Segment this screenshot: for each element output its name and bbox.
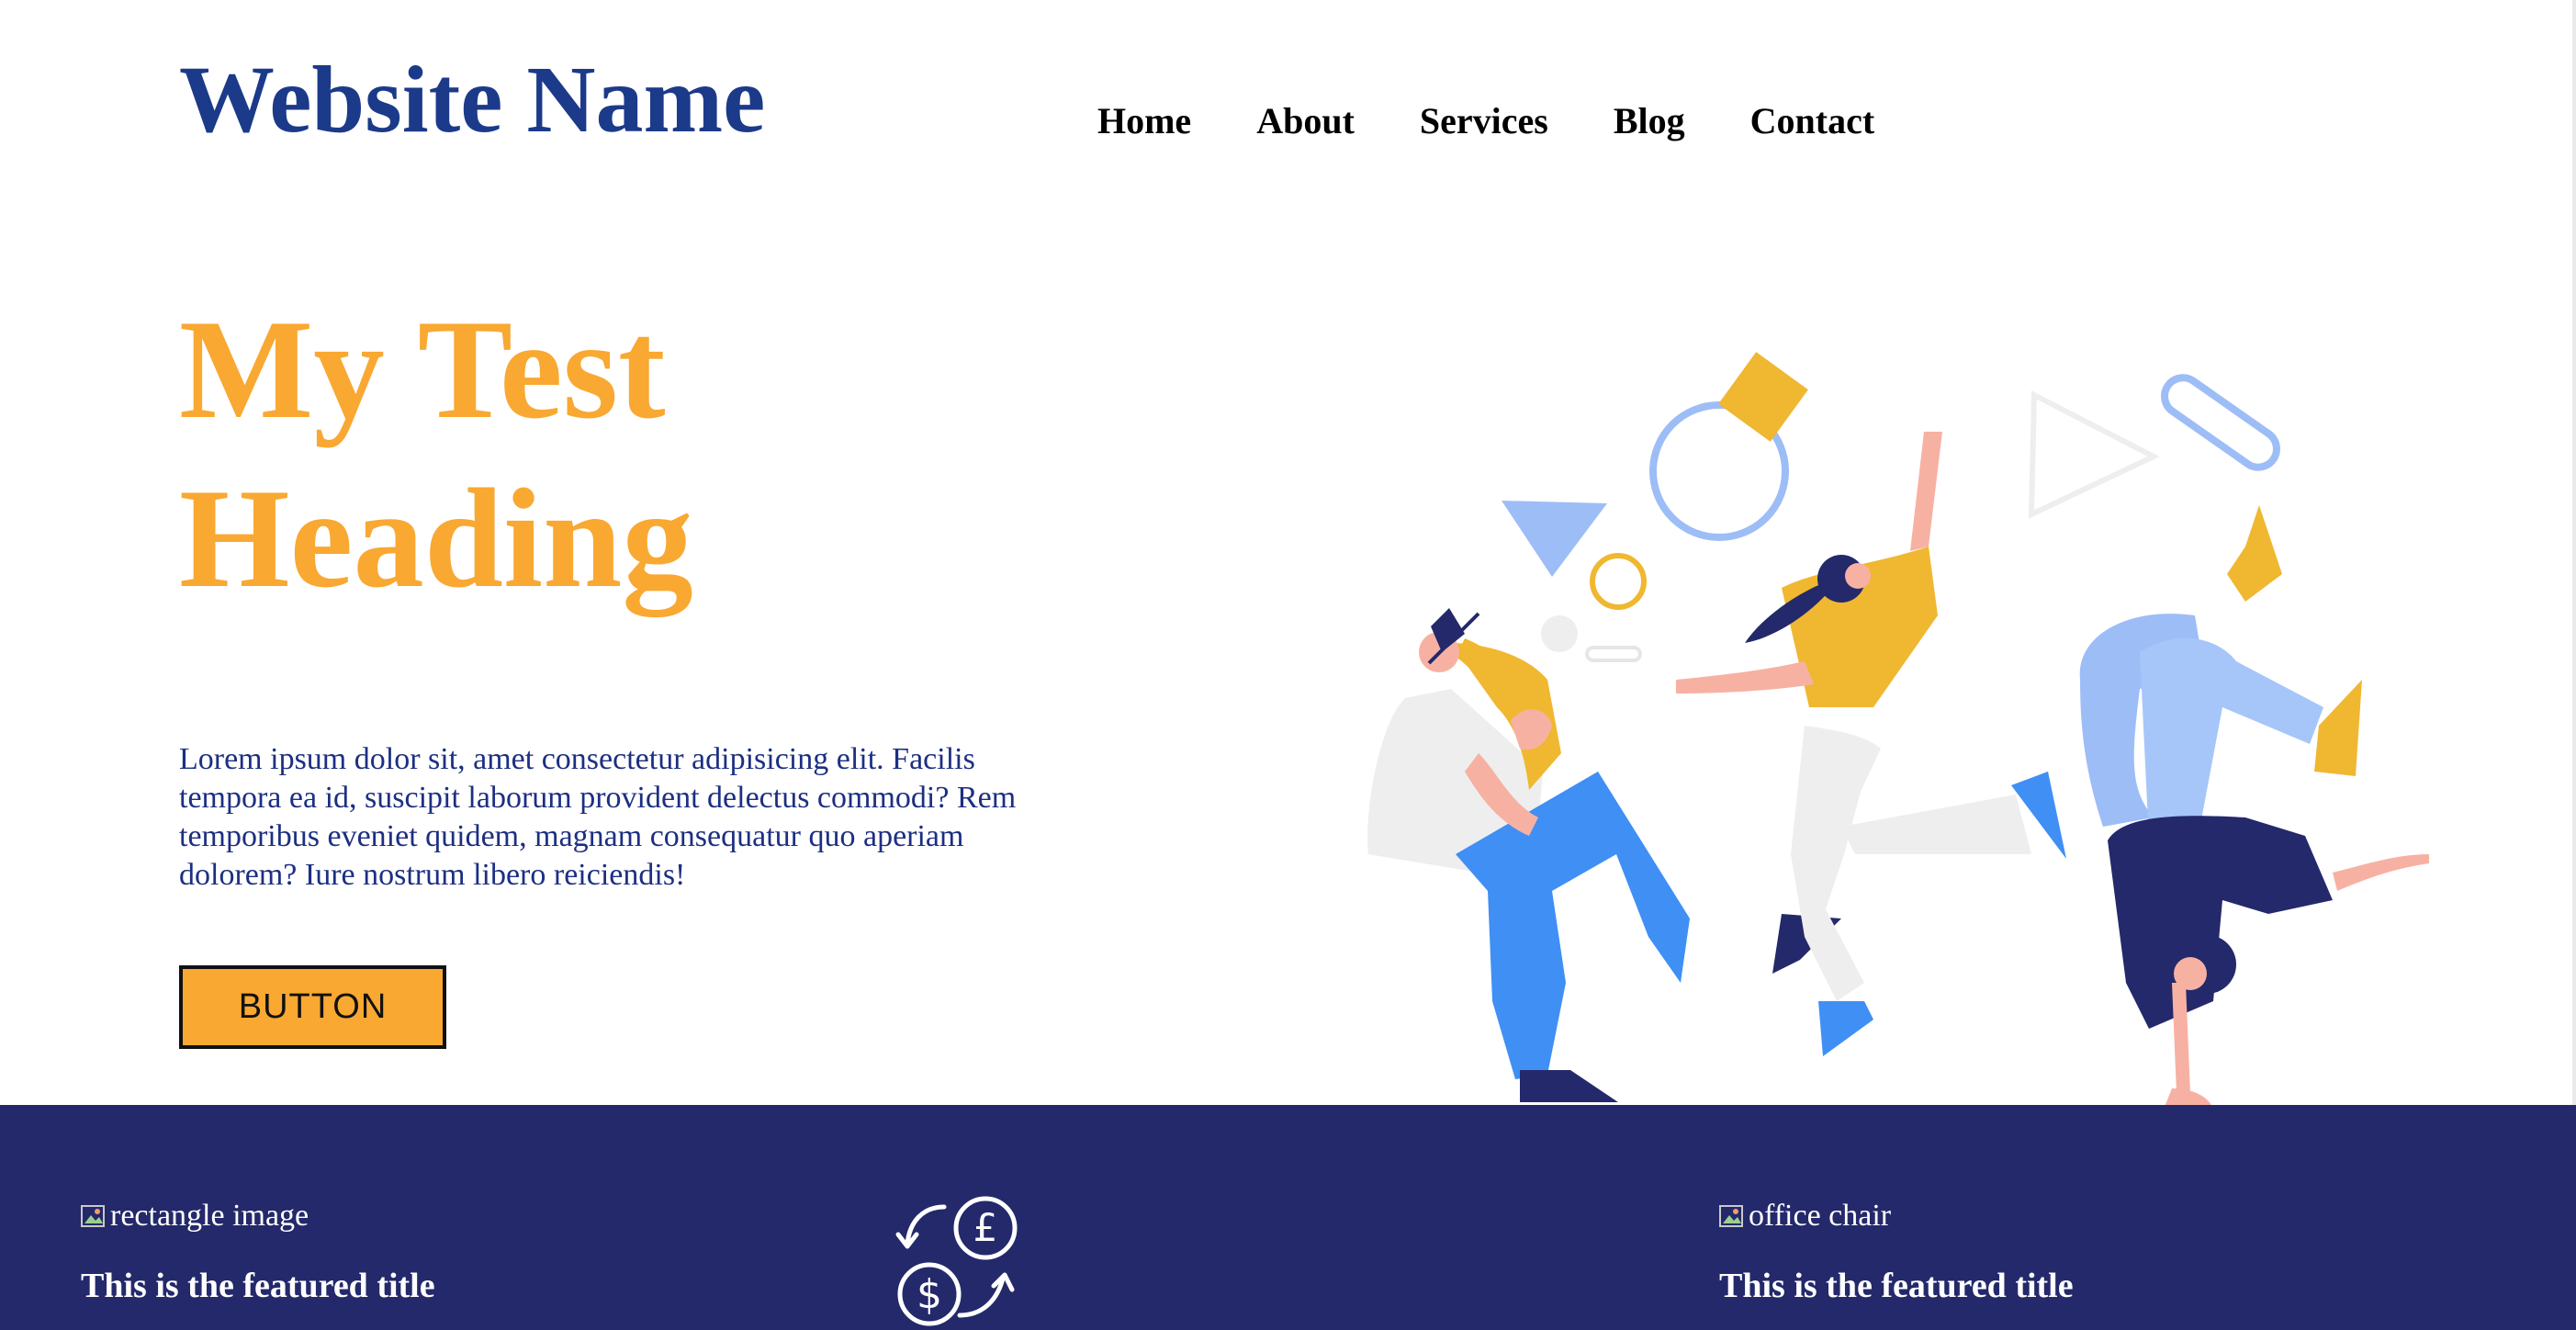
hero-heading-line2: Heading (179, 459, 693, 617)
site-name[interactable]: Website Name (179, 47, 765, 152)
dancing-people-illustration (1359, 352, 2429, 1118)
featured-image-1: rectangle image (79, 1200, 309, 1232)
hero-button[interactable]: BUTTON (179, 965, 446, 1049)
image-alt-text: rectangle image (110, 1199, 309, 1233)
broken-image-icon (1717, 1201, 1747, 1231)
featured-image-3: office chair (1717, 1200, 1891, 1232)
nav-about[interactable]: About (1256, 103, 1355, 140)
nav-home[interactable]: Home (1097, 103, 1191, 140)
main-nav: Home About Services Blog Contact (1097, 103, 1874, 140)
nav-contact[interactable]: Contact (1750, 103, 1875, 140)
nav-blog[interactable]: Blog (1614, 103, 1685, 140)
image-alt-text: office chair (1749, 1199, 1892, 1233)
svg-text:£: £ (973, 1205, 998, 1250)
featured-title-1: This is the featured title (81, 1267, 435, 1305)
broken-image-icon (79, 1201, 108, 1231)
nav-services[interactable]: Services (1420, 103, 1548, 140)
svg-text:$: $ (917, 1271, 942, 1318)
featured-title-3: This is the featured title (1719, 1267, 2074, 1305)
scrollbar-track[interactable] (2572, 0, 2576, 1105)
currency-exchange-icon: £ $ (895, 1196, 1018, 1326)
hero-heading: My Test Heading (179, 285, 693, 623)
hero-description: Lorem ipsum dolor sit, amet consectetur … (179, 742, 1017, 892)
hero-heading-line1: My Test (179, 290, 666, 448)
